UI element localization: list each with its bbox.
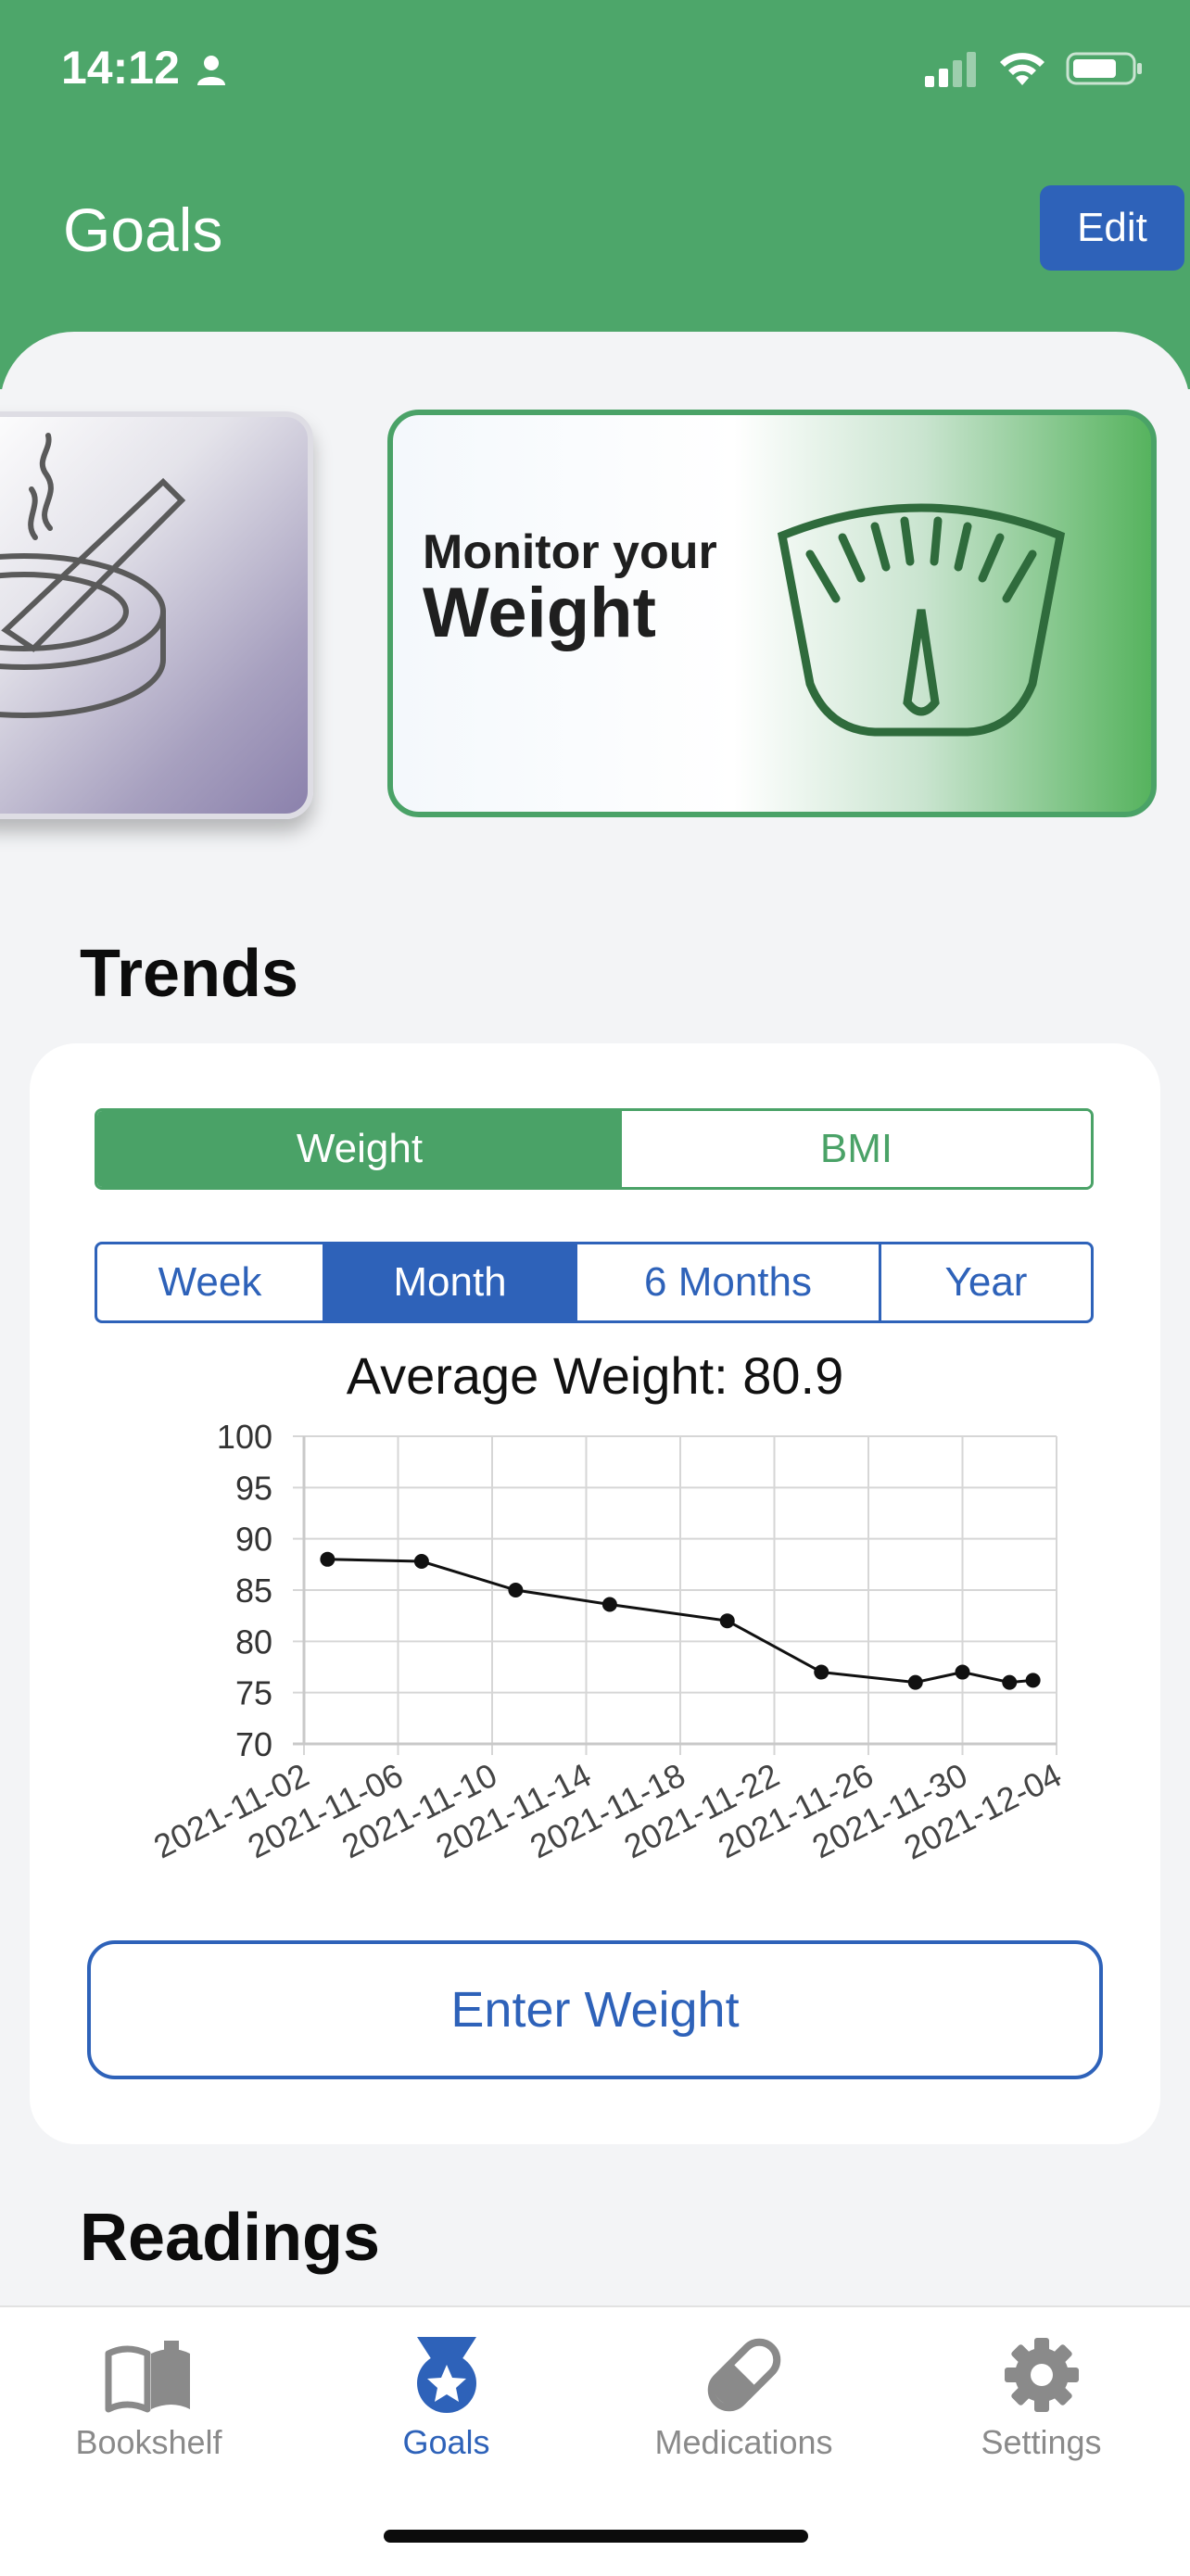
trends-title: Trends (80, 937, 299, 1011)
data-point (1002, 1674, 1018, 1690)
tab-weight[interactable]: Weight (97, 1111, 622, 1187)
battery-icon (1066, 50, 1144, 92)
data-point (601, 1597, 617, 1612)
status-time: 14:12 (61, 42, 180, 94)
tab-bar-item-settings[interactable]: Settings (892, 2335, 1190, 2462)
tab-6-months[interactable]: 6 Months (577, 1244, 881, 1320)
tab-bar-label-settings: Settings (981, 2423, 1102, 2461)
tab-bar-label-bookshelf: Bookshelf (75, 2423, 222, 2461)
tab-bar-item-goals[interactable]: Goals (298, 2335, 595, 2462)
goal-card-quit-smoking[interactable] (0, 411, 313, 819)
data-point (955, 1664, 970, 1680)
tab-week[interactable]: Week (97, 1244, 325, 1320)
tab-year[interactable]: Year (881, 1244, 1091, 1320)
tab-bar-label-medications: Medications (654, 2423, 833, 2461)
readings-title: Readings (80, 2201, 381, 2275)
data-point (1025, 1673, 1041, 1688)
y-tick-label: 80 (235, 1623, 272, 1661)
tab-bmi[interactable]: BMI (622, 1111, 1091, 1187)
y-tick-label: 100 (217, 1418, 272, 1456)
y-tick-label: 85 (235, 1572, 272, 1610)
wifi-icon (997, 50, 1047, 92)
weight-line-chart: 1009590858075702021-11-022021-11-062021-… (147, 1418, 1067, 1867)
book-icon (105, 2341, 190, 2413)
tab-bar-item-medications[interactable]: Medications (595, 2335, 892, 2462)
edit-button[interactable]: Edit (1040, 185, 1184, 271)
ashtray-cigarette-icon (0, 433, 186, 718)
medal-icon (416, 2337, 476, 2413)
scale-icon (777, 503, 1066, 737)
enter-weight-button[interactable]: Enter Weight (87, 1940, 1103, 2079)
metric-segmented-control: Weight BMI (95, 1108, 1094, 1190)
data-point (320, 1551, 335, 1567)
data-point (719, 1613, 735, 1629)
gear-icon (1004, 2338, 1079, 2412)
goal-card-monitor-weight[interactable]: Monitor your Weight (387, 410, 1157, 817)
page-title: Goals (63, 196, 223, 264)
data-point (413, 1554, 429, 1570)
y-tick-label: 75 (235, 1674, 272, 1712)
y-tick-label: 90 (235, 1521, 272, 1559)
goal-card-title-line1: Monitor your (423, 525, 717, 579)
data-point (814, 1664, 829, 1680)
tab-month[interactable]: Month (325, 1244, 577, 1320)
header-bar: 14:12 Goals Edit (0, 0, 1190, 389)
home-indicator (384, 2530, 808, 2543)
data-point (508, 1583, 524, 1597)
tab-bar-label-goals: Goals (402, 2423, 490, 2461)
range-segmented-control: Week Month 6 Months Year (95, 1242, 1094, 1323)
tab-bar-item-bookshelf[interactable]: Bookshelf (0, 2335, 298, 2462)
data-point (907, 1674, 923, 1690)
person-icon (195, 54, 228, 92)
y-tick-label: 95 (235, 1469, 272, 1507)
pill-icon (707, 2338, 780, 2412)
y-tick-label: 70 (235, 1725, 272, 1763)
cellular-signal-icon (923, 50, 979, 92)
goal-card-title-line2: Weight (423, 574, 656, 652)
